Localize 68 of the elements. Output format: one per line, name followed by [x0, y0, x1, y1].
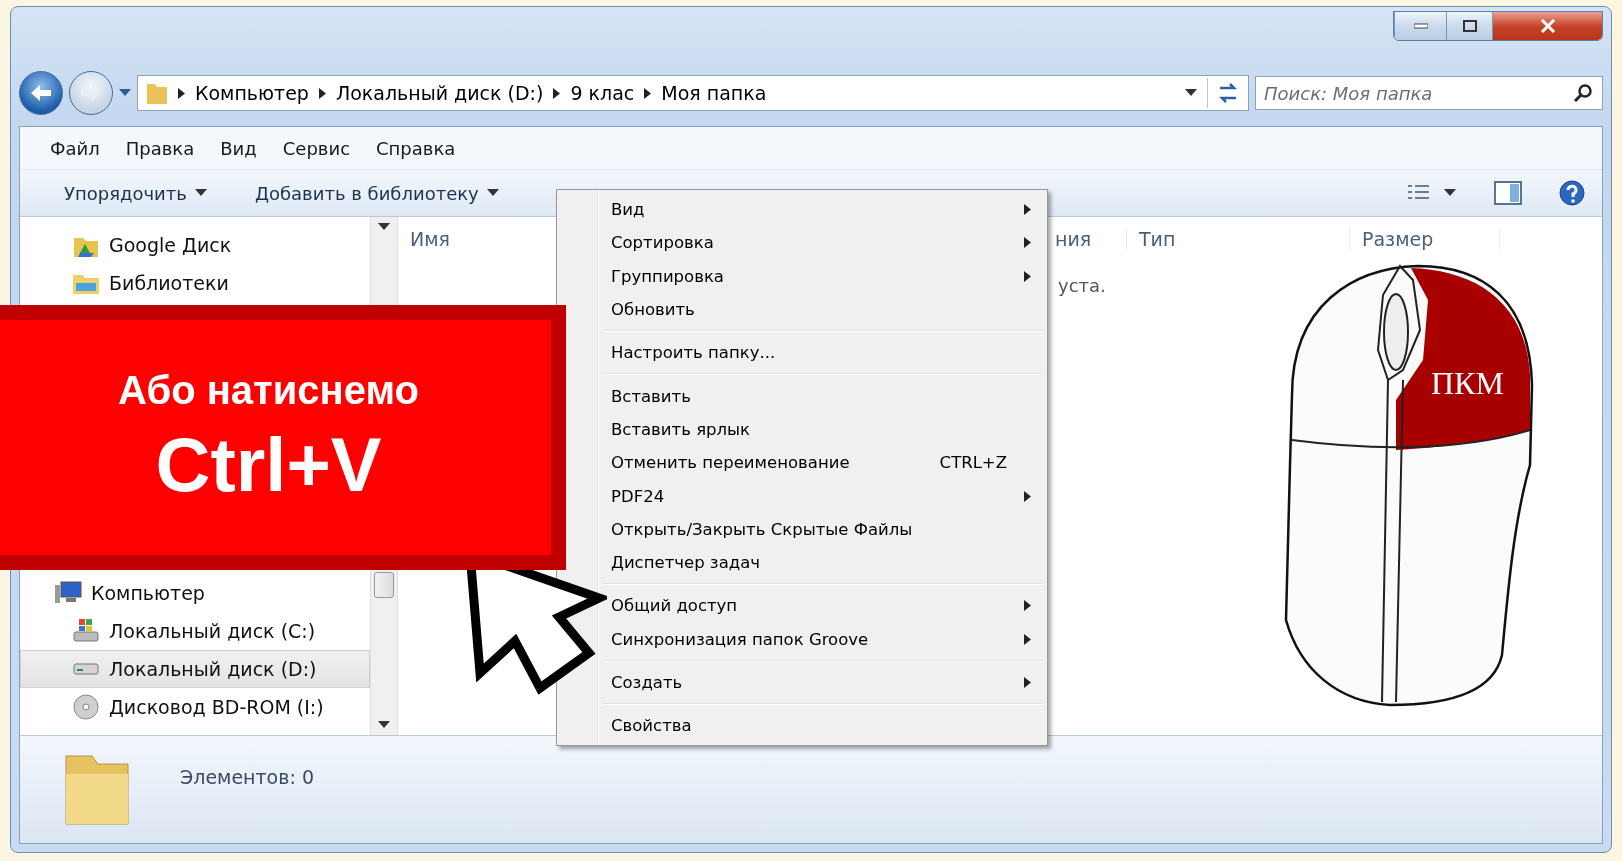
- nav-item[interactable]: Google Диск: [20, 226, 370, 264]
- context-menu-item[interactable]: Создать: [611, 665, 1045, 700]
- context-menu-item[interactable]: Настроить папку...: [611, 336, 1045, 370]
- caret-icon: [378, 721, 390, 729]
- context-menu-item[interactable]: Отменить переименование CTRL+Z: [611, 446, 1045, 480]
- address-bar[interactable]: Компьютер Локальный диск (D:) 9 клас Моя папка: [137, 75, 1249, 111]
- menu-item[interactable]: Правка: [125, 137, 195, 159]
- context-menu-item[interactable]: Сортировка: [611, 226, 1045, 260]
- breadcrumb[interactable]: Моя папка: [661, 82, 767, 104]
- chevron-right-icon: [644, 87, 652, 99]
- context-menu-item[interactable]: Диспетчер задач: [611, 545, 1045, 580]
- context-menu-item[interactable]: Вставить: [611, 379, 1045, 413]
- back-button[interactable]: [19, 71, 63, 115]
- nav-item[interactable]: Библиотеки: [20, 264, 370, 302]
- menu-item[interactable]: Справка: [376, 137, 456, 159]
- close-icon: [1539, 19, 1556, 33]
- context-menu-item[interactable]: PDF24: [611, 479, 1045, 513]
- empty-folder-message: уста.: [1058, 275, 1107, 296]
- maximize-icon: [1462, 20, 1477, 32]
- context-menu-item[interactable]: Обновить: [611, 292, 1045, 327]
- search-icon: [1573, 83, 1593, 103]
- chevron-right-icon: [178, 87, 185, 99]
- item-count: Элементов: 0: [180, 766, 314, 788]
- breadcrumb[interactable]: Компьютер: [195, 82, 309, 104]
- arrow-left-icon: [29, 83, 53, 103]
- preview-pane-icon[interactable]: [1494, 181, 1522, 205]
- minimize-icon: [1413, 23, 1428, 29]
- context-menu-item[interactable]: Открыть/Закрыть Скрытые Файлы: [611, 512, 1045, 546]
- arrow-right-icon: [79, 83, 103, 103]
- caret-icon: [1185, 89, 1197, 97]
- shortcut-label: CTRL+Z: [939, 453, 1007, 473]
- breadcrumb[interactable]: Локальный диск (D:): [335, 82, 544, 104]
- scrollbar-thumb[interactable]: [374, 572, 394, 598]
- chevron-right-icon: [553, 87, 561, 99]
- disc-icon: [71, 692, 101, 722]
- context-menu-item[interactable]: Свойства: [611, 709, 1045, 743]
- menu-item[interactable]: Вид: [220, 137, 257, 159]
- folder-icon: [146, 81, 168, 105]
- maximize-button[interactable]: [1446, 12, 1492, 40]
- chevron-right-icon: [318, 87, 326, 99]
- caret-icon: [119, 89, 131, 97]
- close-button[interactable]: [1492, 12, 1602, 40]
- nav-item[interactable]: Локальный диск (C:): [20, 612, 370, 650]
- column-header[interactable]: Размер: [1350, 228, 1500, 250]
- nav-item[interactable]: Дисковод BD-ROM (I:): [20, 688, 370, 726]
- menu-item[interactable]: Сервис: [282, 137, 351, 159]
- caret-icon: [486, 189, 499, 197]
- shortcut-text: Ctrl+V: [155, 420, 382, 508]
- context-menu-item[interactable]: Синхронизация папок Groove: [611, 622, 1045, 656]
- hard-drive-icon: [73, 663, 99, 675]
- menu-item[interactable]: Файл: [50, 137, 100, 159]
- breadcrumb[interactable]: 9 клас: [570, 82, 635, 104]
- context-menu-item[interactable]: Вставить ярлык: [611, 412, 1045, 447]
- context-menu-item[interactable]: Общий доступ: [611, 589, 1045, 623]
- mouse-button-label: ПКМ: [1431, 365, 1504, 402]
- caret-icon: [194, 189, 207, 197]
- nav-item[interactable]: Локальный диск (D:): [20, 650, 370, 688]
- banner-text: Або натиснемо: [118, 367, 419, 413]
- context-menu-item[interactable]: Группировка: [611, 259, 1045, 293]
- caret-icon: [378, 223, 390, 231]
- nav-item[interactable]: Компьютер: [20, 574, 370, 612]
- help-icon[interactable]: [1558, 179, 1586, 207]
- forward-button[interactable]: [69, 71, 113, 115]
- toolbar-button[interactable]: Упорядочить: [64, 182, 207, 204]
- column-header[interactable]: Тип: [1127, 228, 1350, 250]
- search-field[interactable]: Поиск: Моя папка: [1255, 76, 1603, 110]
- toolbar-button[interactable]: Добавить в библиотеку: [254, 182, 499, 204]
- context-menu-item[interactable]: Вид: [611, 193, 1045, 227]
